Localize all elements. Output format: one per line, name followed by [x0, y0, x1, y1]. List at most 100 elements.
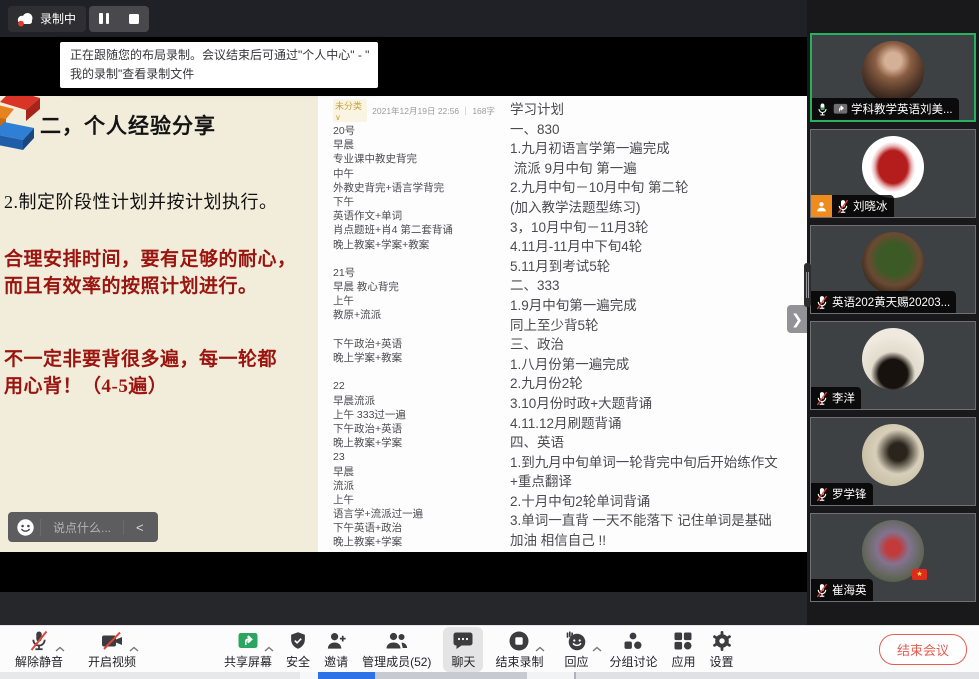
participant-namebar: 英语202黄天赐20203... — [811, 291, 956, 313]
plan-line: 3，10月中旬－11月3轮 — [510, 218, 807, 238]
stop-recording-button[interactable] — [119, 6, 149, 32]
note-line: 教原+流派 — [333, 308, 495, 322]
collapse-chat-button[interactable]: < — [123, 520, 156, 535]
pause-icon — [99, 13, 109, 24]
participant-name: 崔海英 — [832, 582, 867, 598]
apps-button[interactable]: 应用 — [671, 629, 695, 670]
slide-logo-cubes-icon — [0, 96, 50, 156]
plan-line: 二、333 — [510, 276, 807, 296]
note-line: 21号 — [333, 266, 495, 280]
recording-label: 录制中 — [40, 10, 76, 27]
taskbar-segment — [527, 672, 574, 679]
participant-tile-host[interactable]: 刘晓冰 — [810, 129, 976, 218]
cloud-record-icon — [14, 9, 36, 29]
stop-record-icon — [507, 629, 531, 653]
toolbar-label: 解除静音 — [15, 653, 63, 670]
participant-tile[interactable]: 罗学锋 — [810, 417, 976, 506]
mic-muted-icon — [815, 295, 829, 310]
plan-line: 学习计划 — [510, 100, 807, 120]
note-line: 晚上教案+学案 — [333, 436, 495, 450]
toolbar-label: 开启视频 — [88, 653, 136, 670]
reactions-button[interactable]: 回应 — [564, 629, 588, 670]
invite-button[interactable]: 邀请 — [324, 629, 348, 670]
plan-line: 3.单词一直背 一天不能落下 记住单词是基础 — [510, 511, 807, 531]
shield-icon — [287, 629, 309, 653]
participant-namebar: 刘晓冰 — [832, 195, 894, 217]
note-line: 上午 333过一遍 — [333, 408, 495, 422]
camera-muted-icon — [99, 629, 125, 653]
note-line: 晚上教案+学案 — [333, 535, 495, 549]
note-line: 上午 — [333, 294, 495, 308]
chevron-up-icon[interactable] — [535, 646, 545, 652]
mic-muted-icon — [836, 199, 850, 214]
note-line: 20号 — [333, 124, 495, 138]
note-line: 中午 — [333, 167, 495, 181]
plan-line: (加入教学法题型练习) — [510, 198, 807, 218]
pause-recording-button[interactable] — [89, 6, 119, 32]
plan-line: 三、政治 — [510, 335, 807, 355]
chevron-up-icon[interactable] — [55, 646, 65, 652]
note-line: 早晨流派 — [333, 394, 495, 408]
study-plan-panel: 学习计划一、8301.九月初语言学第一遍完成 流派 9月中旬 第一遍2.九月中旬… — [495, 96, 807, 552]
mic-muted-icon — [27, 629, 51, 653]
emoji-button[interactable] — [10, 512, 40, 542]
note-line: 早晨 — [333, 465, 495, 479]
avatar — [862, 232, 924, 294]
participant-tile[interactable]: 李洋 — [810, 321, 976, 410]
chat-button[interactable]: 聊天 — [443, 627, 483, 672]
os-taskbar-edge[interactable] — [0, 672, 979, 679]
toolbar-label: 结束录制 — [495, 653, 543, 670]
host-badge — [811, 195, 832, 217]
chevron-up-icon[interactable] — [129, 646, 139, 652]
stop-recording-toolbar-button[interactable]: 结束录制 — [495, 629, 543, 670]
note-line: 晚上学案+教案 — [333, 351, 495, 365]
chat-message-input[interactable]: 说点什么... — [40, 519, 123, 536]
quick-chat-bar: 说点什么... < — [8, 512, 158, 542]
participant-namebar: 崔海英 — [811, 579, 873, 601]
unmute-button[interactable]: 解除静音 — [15, 629, 63, 670]
plan-line: 1.到九月中旬单词一轮背完中旬后开始练作文 — [510, 453, 807, 473]
participant-name: 学科教学英语刘美... — [851, 101, 953, 117]
notes-category-dropdown[interactable]: 未分类 ∨ — [333, 99, 367, 122]
invite-person-icon — [325, 629, 348, 653]
toolbar-label: 邀请 — [324, 653, 348, 670]
breakout-rooms-button[interactable]: 分组讨论 — [609, 629, 657, 670]
avatar — [862, 424, 924, 486]
note-line: 肖点题班+肖4 第二套背诵 — [333, 223, 495, 237]
manage-members-button[interactable]: 管理成员(52) — [362, 629, 431, 670]
plan-line: 同上至少背5轮 — [510, 316, 807, 336]
participant-tile-speaker[interactable]: 学科教学英语刘美... — [810, 33, 976, 122]
toolbar-label: 共享屏幕 — [224, 653, 272, 670]
taskbar-segment — [0, 672, 300, 679]
participants-sidebar: 学科教学英语刘美... 刘晓冰 — [807, 0, 979, 625]
next-page-chevron-button[interactable]: ❯ — [787, 305, 807, 333]
participant-tile[interactable]: ★ 崔海英 — [810, 513, 976, 602]
toolbar-label: 分组讨论 — [609, 653, 657, 670]
participant-tile[interactable]: 英语202黄天赐20203... — [810, 225, 976, 314]
chevron-up-icon[interactable] — [264, 646, 274, 652]
note-line: 外教史背完+语言学背完 — [333, 181, 495, 195]
meeting-bottom-strip — [0, 592, 807, 625]
note-line: 上午 — [333, 493, 495, 507]
mic-muted-icon — [815, 583, 829, 598]
mic-muted-icon — [815, 391, 829, 406]
slide-point: 2.制定阶段性计划并按计划执行。 — [0, 188, 318, 214]
note-line: 英语作文+单词 — [333, 209, 495, 223]
security-button[interactable]: 安全 — [286, 629, 310, 670]
note-line: 语言学+流派过一遍 — [333, 507, 495, 521]
settings-button[interactable]: 设置 — [710, 629, 734, 670]
note-line: 23 — [333, 450, 495, 464]
participant-name: 李洋 — [832, 390, 855, 406]
apps-grid-icon — [671, 629, 695, 653]
chevron-up-icon[interactable] — [592, 646, 602, 652]
share-screen-button[interactable]: 共享屏幕 — [224, 629, 272, 670]
tooltip-line: 我的录制"查看录制文件 — [70, 65, 368, 84]
end-meeting-button[interactable]: 结束会议 — [879, 634, 967, 665]
chat-icon — [451, 629, 475, 653]
plan-line: 1.9月中旬第一遍完成 — [510, 296, 807, 316]
sidebar-collapse-handle[interactable] — [804, 263, 811, 307]
note-line: 早晨 — [333, 138, 495, 152]
presentation-slide: 二，个人经验分享 2.制定阶段性计划并按计划执行。 合理安排时间，要有足够的耐心… — [0, 96, 318, 552]
plan-line: 加油 相信自己 !! — [510, 531, 807, 551]
start-video-button[interactable]: 开启视频 — [88, 629, 136, 670]
